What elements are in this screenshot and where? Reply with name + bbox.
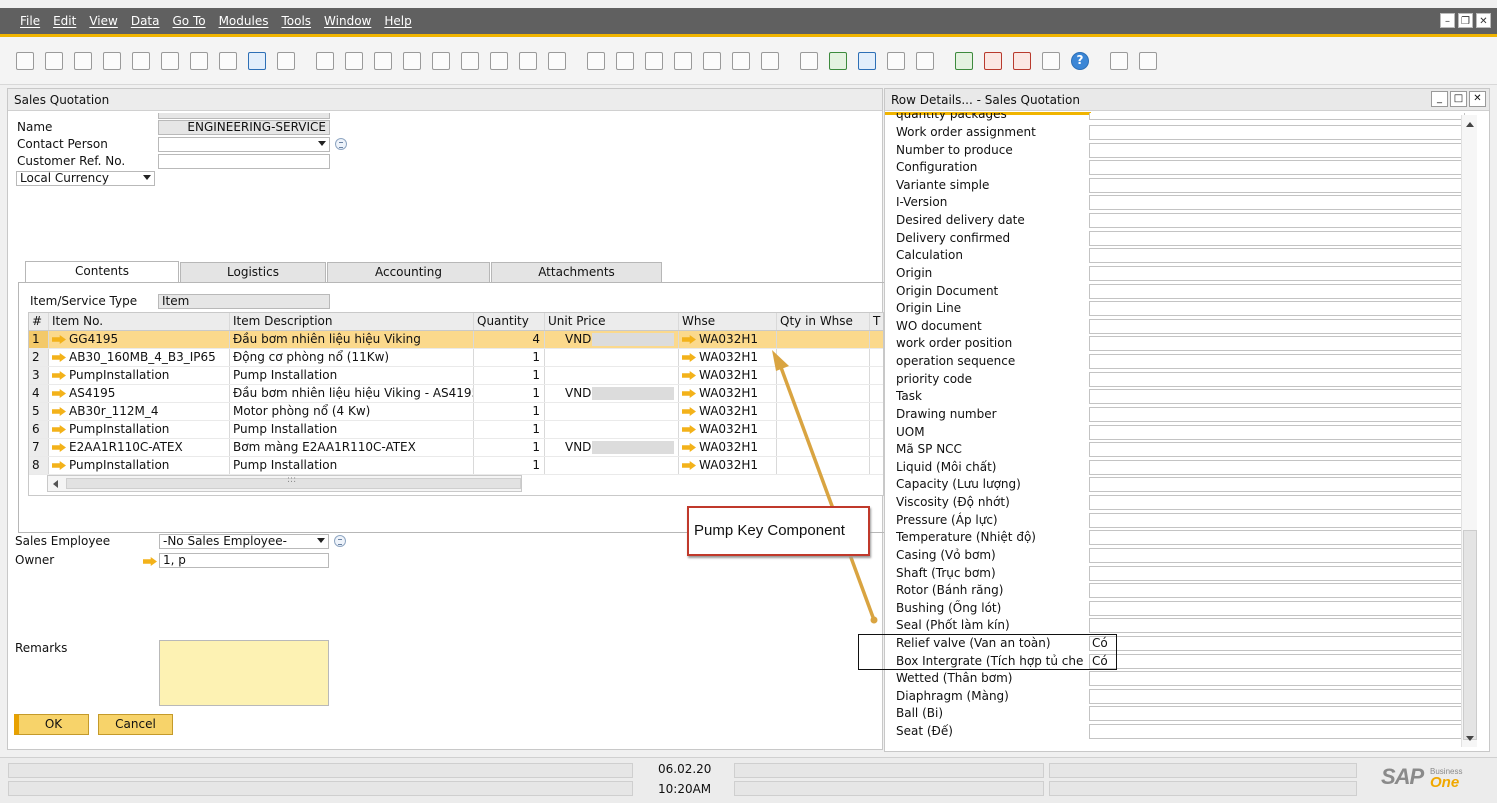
status-message-field — [8, 763, 633, 778]
sap-business-one-logo: SAP Business One — [1381, 764, 1463, 791]
status-field — [1049, 781, 1357, 796]
status-field — [734, 781, 1044, 796]
arrow-shaft — [777, 361, 876, 621]
status-date: 06.02.20 — [658, 762, 712, 776]
annotation-arrow — [772, 350, 878, 624]
arrow-head — [772, 350, 789, 371]
status-message-field — [8, 781, 633, 796]
status-field — [734, 763, 1044, 778]
status-time: 10:20AM — [658, 782, 712, 796]
annotation-callout: Pump Key Component — [687, 506, 870, 556]
status-field — [1049, 763, 1357, 778]
arrow-tail — [870, 616, 878, 624]
